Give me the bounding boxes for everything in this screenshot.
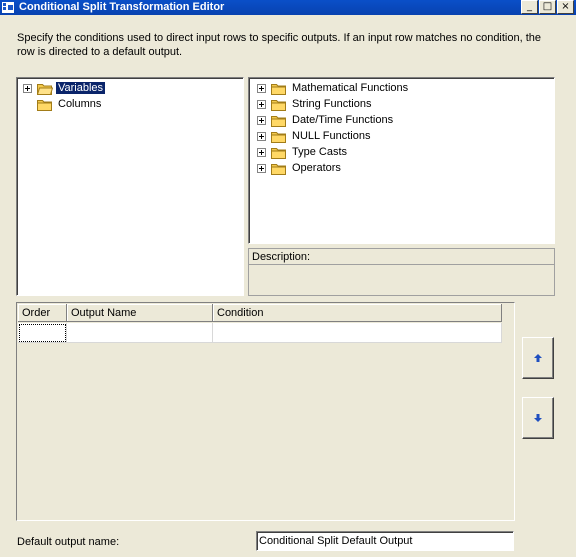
expand-icon[interactable]	[23, 83, 32, 93]
expand-icon[interactable]	[257, 147, 266, 157]
tree-item-variables[interactable]: Variables	[23, 80, 107, 96]
minimize-button[interactable]: _	[521, 0, 538, 14]
folder-icon	[271, 163, 286, 175]
title-bar[interactable]: Conditional Split Transformation Editor …	[0, 0, 576, 15]
folder-icon	[37, 99, 52, 111]
columns-tree-panel[interactable]: Variables Columns	[16, 77, 244, 296]
tree-item-datetime-functions[interactable]: Date/Time Functions	[257, 112, 395, 128]
folder-icon	[271, 147, 286, 159]
description-panel: Description:	[248, 248, 555, 296]
expand-icon[interactable]	[257, 163, 266, 173]
conditions-grid[interactable]: Order Output Name Condition	[16, 302, 515, 521]
tree-item-label: Type Casts	[292, 146, 348, 158]
instructions-text: Specify the conditions used to direct in…	[17, 32, 542, 58]
tree-item-type-casts[interactable]: Type Casts	[257, 144, 349, 160]
folder-icon	[271, 83, 286, 95]
expand-icon[interactable]	[257, 115, 266, 125]
window-title: Conditional Split Transformation Editor	[19, 1, 225, 13]
cell-order[interactable]	[18, 323, 67, 343]
expand-icon[interactable]	[257, 99, 266, 109]
default-output-name-input[interactable]	[256, 531, 514, 551]
description-header: Description:	[249, 249, 554, 265]
expand-icon[interactable]	[257, 83, 266, 93]
cell-output-name[interactable]	[67, 323, 213, 343]
cell-condition[interactable]	[213, 323, 502, 343]
tree-item-label: Variables	[54, 81, 107, 95]
tree-item-label: Operators	[292, 162, 341, 174]
tree-item-label: Columns	[58, 98, 102, 110]
tree-item-label: Mathematical Functions	[292, 82, 409, 94]
folder-icon	[271, 99, 286, 111]
functions-tree-panel[interactable]: Mathematical Functions String Functions …	[248, 77, 555, 244]
column-header-output-name[interactable]: Output Name	[67, 304, 213, 322]
arrow-down-icon	[534, 414, 542, 422]
arrow-up-icon	[534, 354, 542, 362]
app-icon	[2, 2, 14, 13]
maximize-button[interactable]: □	[539, 0, 556, 14]
move-down-button[interactable]	[522, 397, 554, 439]
tree-item-label: String Functions	[292, 98, 372, 110]
window-controls: _ □ ×	[521, 0, 574, 15]
folder-icon	[271, 115, 286, 127]
folder-open-icon	[37, 83, 53, 95]
default-output-label: Default output name:	[17, 536, 120, 548]
folder-icon	[271, 131, 286, 143]
tree-item-mathematical-functions[interactable]: Mathematical Functions	[257, 80, 410, 96]
tree-item-label: NULL Functions	[292, 130, 371, 142]
tree-item-columns[interactable]: Columns	[23, 96, 103, 112]
tree-item-label: Date/Time Functions	[292, 114, 394, 126]
grid-content: Order Output Name Condition	[18, 304, 502, 343]
column-header-condition[interactable]: Condition	[213, 304, 502, 322]
tree-item-operators[interactable]: Operators	[257, 160, 343, 176]
tree-item-string-functions[interactable]: String Functions	[257, 96, 373, 112]
move-up-button[interactable]	[522, 337, 554, 379]
close-button[interactable]: ×	[557, 0, 574, 14]
column-header-order[interactable]: Order	[18, 304, 67, 322]
expand-icon[interactable]	[257, 131, 266, 141]
tree-item-null-functions[interactable]: NULL Functions	[257, 128, 372, 144]
dialog-window: Conditional Split Transformation Editor …	[0, 0, 576, 557]
